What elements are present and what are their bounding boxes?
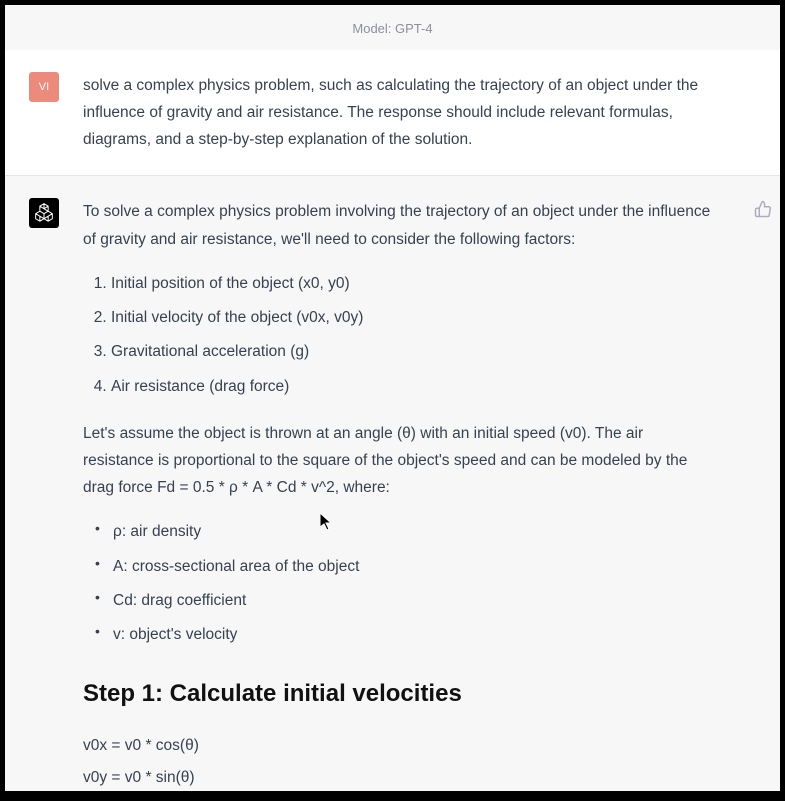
model-label: Model: GPT-4 <box>5 5 780 50</box>
assistant-message-content: To solve a complex physics problem invol… <box>83 198 756 791</box>
list-item: Air resistance (drag force) <box>111 374 716 400</box>
list-item: Initial position of the object (x0, y0) <box>111 271 716 297</box>
formula-v0x: v0x = v0 * cos(θ) <box>83 733 716 759</box>
assistant-assumption: Let's assume the object is thrown at an … <box>83 420 716 501</box>
step1-heading: Step 1: Calculate initial velocities <box>83 673 716 715</box>
thumbs-up-icon[interactable] <box>754 200 772 218</box>
list-item: Initial velocity of the object (v0x, v0y… <box>111 305 716 331</box>
list-item: ρ: air density <box>95 519 716 545</box>
user-message-row: VI solve a complex physics problem, such… <box>5 50 780 176</box>
openai-logo-icon <box>34 202 54 225</box>
list-item: Gravitational acceleration (g) <box>111 339 716 365</box>
user-avatar: VI <box>29 72 59 102</box>
chat-container: Model: GPT-4 VI solve a complex physics … <box>5 5 780 791</box>
list-item: Cd: drag coefficient <box>95 588 716 614</box>
formula-v0y: v0y = v0 * sin(θ) <box>83 765 716 791</box>
assistant-message-row: To solve a complex physics problem invol… <box>5 176 780 791</box>
factors-list: Initial position of the object (x0, y0) … <box>83 271 716 400</box>
assistant-avatar <box>29 198 59 228</box>
list-item: v: object's velocity <box>95 622 716 648</box>
list-item: A: cross-sectional area of the object <box>95 554 716 580</box>
assistant-intro: To solve a complex physics problem invol… <box>83 198 716 252</box>
user-avatar-initials: VI <box>39 81 49 93</box>
user-message-text: solve a complex physics problem, such as… <box>83 72 716 153</box>
feedback-icons <box>754 200 772 218</box>
drag-params-list: ρ: air density A: cross-sectional area o… <box>83 519 716 648</box>
user-message-content: solve a complex physics problem, such as… <box>83 72 756 153</box>
